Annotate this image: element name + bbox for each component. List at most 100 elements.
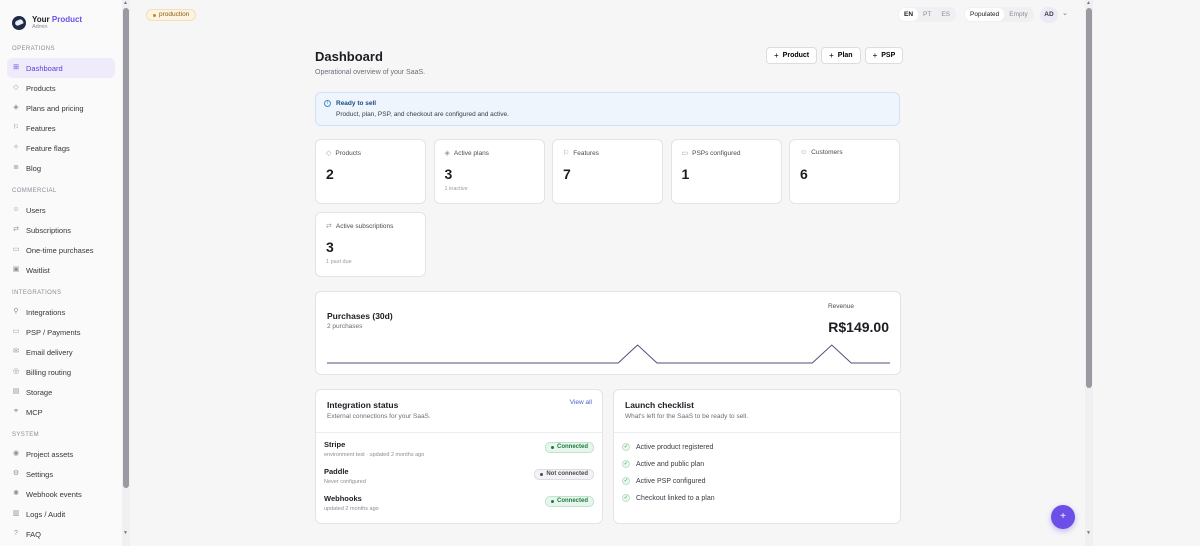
stat-label: ◈ Active plans <box>445 149 489 158</box>
main-scrollbar[interactable]: ▲ ▼ <box>1085 0 1093 546</box>
sidebar-item-psp-payments[interactable]: ▭ PSP / Payments <box>7 322 115 342</box>
sidebar-item-feature-flags[interactable]: ✧ Feature flags <box>7 138 115 158</box>
integration-row-webhooks[interactable]: Webhooks updated 2 months ago Connected <box>324 494 594 520</box>
main-scroll-thumb[interactable] <box>1086 8 1092 388</box>
status-dot-icon <box>550 446 554 449</box>
stat-value: 3 <box>444 166 453 182</box>
sidebar-item-dashboard[interactable]: ⊞ Dashboard <box>7 58 115 78</box>
stat-card-products[interactable]: ◇ Products 2 <box>315 139 426 204</box>
sidebar-item-integrations[interactable]: ⚲ Integrations <box>7 302 115 322</box>
revenue-label: Revenue <box>827 303 854 310</box>
language-option-en[interactable]: EN <box>899 8 919 21</box>
scroll-up-icon[interactable]: ▲ <box>1086 0 1091 6</box>
sidebar-item-project-assets[interactable]: ◉ Project assets <box>7 444 115 464</box>
logo-icon <box>12 16 26 30</box>
sidebar-item-label: Feature flags <box>26 143 70 153</box>
mode-option-populated[interactable]: Populated <box>965 8 1005 21</box>
stat-note: 1 past due <box>326 259 352 265</box>
language-option-pt[interactable]: PT <box>918 8 936 21</box>
sidebar-item-email-delivery[interactable]: ✉ Email delivery <box>7 342 115 362</box>
sidebar-item-label: One-time purchases <box>26 245 94 255</box>
language-option-es[interactable]: ES <box>936 8 955 21</box>
repeat-icon: ⇄ <box>326 223 332 230</box>
stat-card-psps-configured[interactable]: ▭ PSPs configured 1 <box>670 139 782 204</box>
sidebar-item-one-time-purchases[interactable]: ▭ One-time purchases <box>7 240 115 260</box>
view-all-link[interactable]: View all <box>570 399 592 406</box>
alert-title: Ready to sell <box>336 100 377 107</box>
checklist-item-text: Checkout linked to a plan <box>636 494 715 502</box>
sidebar-item-billing-routing[interactable]: ◎ Billing routing <box>7 362 115 382</box>
stat-card-features[interactable]: ⚐ Features 7 <box>552 139 663 204</box>
data-mode-switcher: Populated Empty <box>964 7 1034 22</box>
scroll-down-icon[interactable]: ▼ <box>123 530 128 536</box>
sidebar-item-webhook-events[interactable]: ✺ Webhook events <box>7 484 115 504</box>
log-icon: ▥ <box>12 510 20 517</box>
sidebar-item-logs-audit[interactable]: ▥ Logs / Audit <box>7 504 115 524</box>
status-text: Not connected <box>546 471 588 477</box>
right-gutter <box>1093 0 1200 546</box>
stat-label-text: Active subscriptions <box>335 222 394 230</box>
sidebar-item-label: PSP / Payments <box>26 327 81 337</box>
avatar[interactable]: AD <box>1040 7 1058 23</box>
checklist-item: ✓ Active and public plan <box>622 458 704 470</box>
status-badge: Not connected <box>534 469 594 480</box>
stat-card-active-plans[interactable]: ◈ Active plans 3 1 inactive <box>433 139 545 204</box>
box-icon: ◇ <box>13 84 19 91</box>
sidebar: Your Product Admin OPERATIONS ⊞ Dashboard ◇… <box>0 0 122 546</box>
add-psp-button[interactable]: + PSP <box>864 47 904 64</box>
status-badge: Connected <box>544 442 594 453</box>
stat-label: ▭ PSPs configured <box>682 149 741 158</box>
add-plan-button[interactable]: + Plan <box>821 47 861 64</box>
sidebar-item-settings[interactable]: ⚙ Settings <box>7 464 115 484</box>
main-content: Dashboard Operational overview of your S… <box>130 30 1085 546</box>
plug-icon: ⚲ <box>13 308 19 315</box>
sidebar-item-label: Billing routing <box>26 367 72 377</box>
checklist-item: ✓ Active product registered <box>622 441 713 453</box>
launch-checklist-subtitle: What's left for the SaaS to be ready to … <box>625 413 748 420</box>
sidebar-item-subscriptions[interactable]: ⇄ Subscriptions <box>7 220 115 240</box>
plus-icon: + <box>774 51 779 60</box>
sidebar-item-plans-and-pricing[interactable]: ◈ Plans and pricing <box>7 98 115 118</box>
check-icon: ✓ <box>622 460 630 468</box>
stat-card-customers[interactable]: ☺ Customers 6 <box>789 139 900 204</box>
floating-add-button[interactable]: + <box>1051 505 1075 529</box>
sidebar-item-users[interactable]: ☺ Users <box>7 200 115 220</box>
launch-checklist-card: Launch checklist What's left for the Saa… <box>613 389 901 524</box>
integration-row-stripe[interactable]: Stripe environment test · updated 2 month… <box>324 440 594 466</box>
sidebar-item-features[interactable]: ⚐ Features <box>7 118 115 138</box>
brand[interactable]: Your Product Admin <box>0 0 122 36</box>
scroll-down-icon[interactable]: ▼ <box>1086 530 1091 536</box>
sidebar-scrollbar[interactable]: ▲ ▼ <box>122 0 130 546</box>
mode-option-empty[interactable]: Empty <box>1004 8 1032 21</box>
environment-badge: production <box>146 9 197 21</box>
chevron-down-icon[interactable]: ⌄ <box>1062 9 1068 17</box>
add-product-button[interactable]: + Product <box>766 47 818 64</box>
sidebar-item-mcp[interactable]: ⚭ MCP <box>7 402 115 422</box>
integration-meta: updated 2 months ago <box>324 506 379 512</box>
divider <box>614 432 900 433</box>
sidebar-item-waitlist[interactable]: ▣ Waitlist <box>7 260 115 280</box>
status-text: Connected <box>556 498 588 504</box>
stat-label: ⚐ Features <box>563 149 599 158</box>
sidebar-item-label: Products <box>26 83 56 93</box>
topbar: production EN PT ES Populated Empty AD ⌄ <box>130 0 1085 30</box>
info-icon: i <box>324 100 331 107</box>
stat-value: 7 <box>563 166 571 182</box>
sidebar-item-label: Features <box>26 123 56 133</box>
integration-row-paddle[interactable]: Paddle Never configured Not connected <box>324 467 594 493</box>
section-title-commercial: COMMERCIAL <box>12 188 57 194</box>
sidebar-item-label: Plans and pricing <box>26 103 84 113</box>
button-label: PSP <box>881 52 896 59</box>
integration-status-card: Integration status External connections … <box>315 389 603 524</box>
stat-card-active-subscriptions[interactable]: ⇄ Active subscriptions 3 1 past due <box>315 212 426 277</box>
sidebar-scroll-thumb[interactable] <box>123 8 129 488</box>
checklist-item-text: Active product registered <box>636 443 714 451</box>
scroll-up-icon[interactable]: ▲ <box>123 0 128 6</box>
launch-checklist-title: Launch checklist <box>625 400 694 410</box>
sidebar-item-storage[interactable]: ▤ Storage <box>7 382 115 402</box>
sidebar-item-faq[interactable]: ? FAQ <box>7 524 115 544</box>
sidebar-item-products[interactable]: ◇ Products <box>7 78 115 98</box>
sidebar-item-blog[interactable]: ≣ Blog <box>7 158 115 178</box>
checklist-item-text: Active and public plan <box>636 460 705 468</box>
repeat-icon: ⇄ <box>13 226 19 233</box>
